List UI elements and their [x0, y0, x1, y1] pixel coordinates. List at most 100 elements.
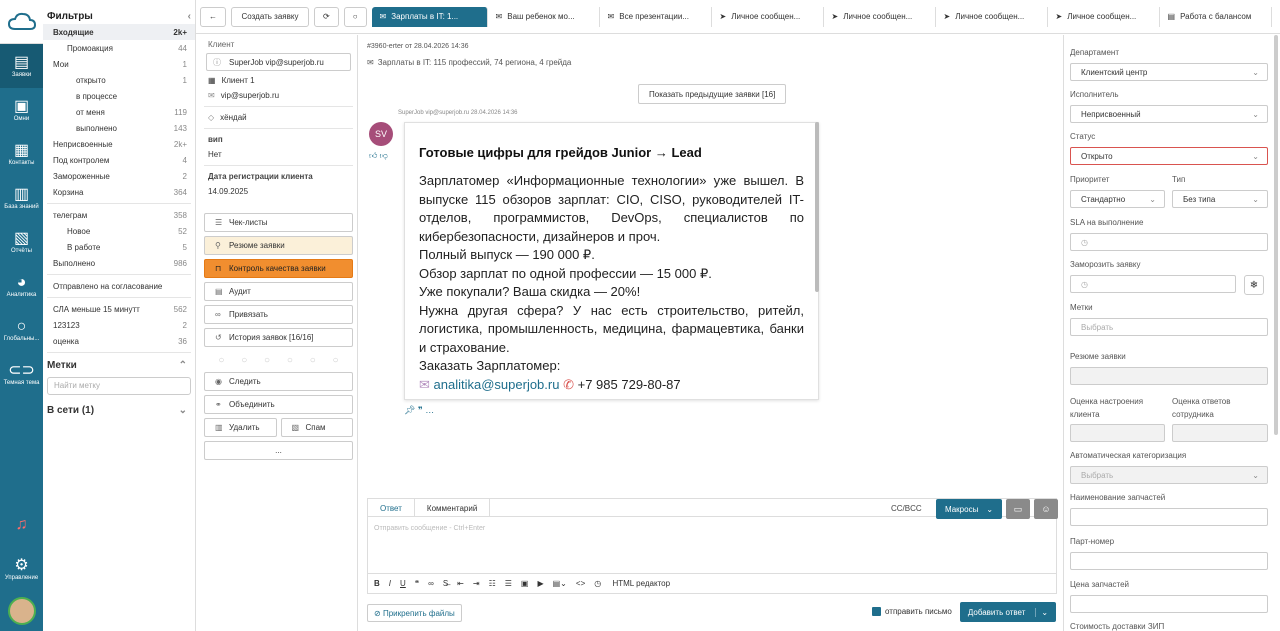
- filter-item[interactable]: открыто 1: [43, 72, 195, 88]
- italic-icon[interactable]: I: [389, 579, 391, 588]
- add-reply-button[interactable]: Добавить ответ ⌄: [960, 602, 1056, 622]
- tags-select[interactable]: Выбрать: [1070, 318, 1268, 336]
- filter-item[interactable]: Отправлено на согласование: [43, 278, 195, 294]
- nav-analytics[interactable]: ◕ Аналитика: [0, 264, 43, 308]
- message-actions[interactable]: 📌︎ ❞ …: [404, 405, 434, 416]
- channel-icon[interactable]: ○: [310, 355, 316, 366]
- freeze-button[interactable]: ❄: [1244, 275, 1264, 295]
- html-editor-button[interactable]: ◷ HTML редактор: [594, 579, 679, 588]
- spam-button[interactable]: ▧ Спам: [280, 418, 353, 437]
- nav-omni[interactable]: ▣ Омни: [0, 88, 43, 132]
- sla-datetime[interactable]: ◷: [1070, 233, 1268, 251]
- history-button[interactable]: ↺ История заявок [16/16]: [204, 328, 353, 347]
- ticket-tab[interactable]: ➤ Личное сообщен...: [1048, 6, 1160, 27]
- ticket-tab[interactable]: ✉ Ваш ребенок мо...: [488, 6, 600, 27]
- nav-tickets[interactable]: ▤ Заявки: [0, 44, 43, 88]
- freeze-datetime[interactable]: ◷: [1070, 275, 1236, 293]
- back-button[interactable]: ←: [200, 6, 226, 27]
- type-select[interactable]: Без типа ⌄: [1172, 190, 1268, 208]
- template-icon[interactable]: ▤⌄: [553, 579, 567, 588]
- filter-item[interactable]: Выполнено 986: [43, 255, 195, 271]
- underline-icon[interactable]: U: [400, 579, 406, 588]
- refresh-button[interactable]: ⟳: [314, 6, 339, 27]
- ticket-tab[interactable]: ✉ Зарплаты в IT: 1...: [371, 6, 488, 27]
- avatar[interactable]: [7, 597, 36, 625]
- ticket-tab[interactable]: ▤ Работа с балансом: [1160, 6, 1272, 27]
- checklists-button[interactable]: ☰ Чек-листы: [204, 213, 353, 232]
- bold-icon[interactable]: B: [374, 579, 380, 588]
- strikethrough-icon[interactable]: S̶: [443, 579, 448, 588]
- merge-button[interactable]: ⚭ Объединить: [204, 395, 353, 414]
- message-input[interactable]: Отправить сообщение - Ctrl+Enter: [368, 517, 1056, 540]
- more-button[interactable]: ...: [204, 441, 353, 460]
- ticket-tab[interactable]: ➤ Личное сообщен...: [712, 6, 824, 27]
- mood-field[interactable]: [1070, 424, 1165, 442]
- chevron-down-icon[interactable]: ⌄: [1035, 607, 1048, 617]
- online-section-header[interactable]: В сети (1) ⌄: [43, 401, 195, 420]
- nav-contacts[interactable]: ▦ Контакты: [0, 132, 43, 176]
- indent-icon[interactable]: ⇥: [473, 579, 480, 588]
- channel-icon[interactable]: ○: [333, 355, 339, 366]
- filter-item[interactable]: В работе 5: [43, 239, 195, 255]
- filter-item[interactable]: в процессе: [43, 88, 195, 104]
- link-button[interactable]: ∞ Привязать: [204, 305, 353, 324]
- macros-button[interactable]: Макросы ⌄: [936, 499, 1002, 519]
- priority-select[interactable]: Стандартно ⌄: [1070, 190, 1165, 208]
- message-scrollbar[interactable]: [815, 122, 819, 292]
- filter-item[interactable]: телеграм 358: [43, 207, 195, 223]
- logo[interactable]: [0, 0, 43, 44]
- tab-reply[interactable]: Ответ: [368, 499, 415, 516]
- emoji-button[interactable]: ☺: [1034, 499, 1058, 519]
- quote-icon[interactable]: ❝: [415, 579, 419, 588]
- video-icon[interactable]: ▶: [537, 579, 543, 588]
- code-icon[interactable]: <>: [576, 579, 585, 588]
- filter-item[interactable]: Мои 1: [43, 56, 195, 72]
- filter-item[interactable]: Замороженные 2: [43, 168, 195, 184]
- link-icon[interactable]: ∞: [428, 579, 434, 588]
- book-button[interactable]: ▭: [1006, 499, 1030, 519]
- ordered-list-icon[interactable]: ☷: [489, 579, 496, 588]
- channel-icon[interactable]: ○: [218, 355, 224, 366]
- summary-field[interactable]: [1070, 367, 1268, 385]
- quality-control-button[interactable]: ⊓ Контроль качества заявки: [204, 259, 353, 278]
- parts-input[interactable]: [1070, 508, 1268, 526]
- bullet-list-icon[interactable]: ☰: [505, 579, 512, 588]
- ticket-tab[interactable]: ➤ Личное сообщен...: [824, 6, 936, 27]
- notifications[interactable]: ♫: [0, 503, 43, 547]
- filter-item[interactable]: от меня 119: [43, 104, 195, 120]
- summary-button[interactable]: ⚲ Резюме заявки: [204, 236, 353, 255]
- channel-icon[interactable]: ○: [264, 355, 270, 366]
- attach-files-button[interactable]: ⊘ Прикрепить файлы: [367, 604, 462, 622]
- panel-scrollbar[interactable]: [1274, 35, 1278, 435]
- tag-search-input[interactable]: Найти метку: [47, 377, 191, 395]
- executor-select[interactable]: Неприсвоенный ⌄: [1070, 105, 1268, 123]
- search-button[interactable]: ○: [343, 6, 367, 27]
- price-input[interactable]: [1070, 595, 1268, 613]
- filter-item[interactable]: Под контролем 4: [43, 152, 195, 168]
- department-select[interactable]: Клиентский центр ⌄: [1070, 63, 1268, 81]
- filter-item[interactable]: СЛА меньше 15 минутт 562: [43, 301, 195, 317]
- filter-item[interactable]: Неприсвоенные 2k+: [43, 136, 195, 152]
- tags-section-header[interactable]: Метки ⌃: [43, 356, 195, 375]
- audit-button[interactable]: ▤ Аудит: [204, 282, 353, 301]
- filter-item[interactable]: оценка 36: [43, 333, 195, 349]
- contact-email-link[interactable]: analitika@superjob.ru: [434, 377, 560, 392]
- partno-input[interactable]: [1070, 552, 1268, 570]
- cc-bcc-toggle[interactable]: CC/BCC: [891, 504, 922, 513]
- follow-button[interactable]: ◉ Следить: [204, 372, 353, 391]
- client-email-select[interactable]: ⓘ SuperJob vip@superjob.ru: [206, 53, 351, 71]
- nav-dark-theme[interactable]: ⊂⊃ Темная тема: [0, 352, 43, 396]
- autocat-select[interactable]: Выбрать ⌄: [1070, 466, 1268, 484]
- show-previous-button[interactable]: Показать предыдущие заявки [16]: [638, 84, 787, 104]
- ticket-tab[interactable]: ➤ Личное сообщен...: [936, 6, 1048, 27]
- filter-item[interactable]: 123123 2: [43, 317, 195, 333]
- filter-item[interactable]: Промоакция 44: [43, 40, 195, 56]
- collapse-icon[interactable]: ‹: [188, 11, 191, 22]
- outdent-icon[interactable]: ⇤: [457, 579, 464, 588]
- ticket-tab[interactable]: ✉ Все презентации...: [600, 6, 712, 27]
- nav-manage[interactable]: ⚙ Управление: [0, 547, 43, 591]
- reaction-icons[interactable]: 👍︎ 👎︎: [369, 151, 388, 161]
- delete-button[interactable]: ▥ Удалить: [204, 418, 277, 437]
- channel-icon[interactable]: ○: [241, 355, 247, 366]
- filter-inbox[interactable]: Входящие 2k+: [43, 24, 195, 40]
